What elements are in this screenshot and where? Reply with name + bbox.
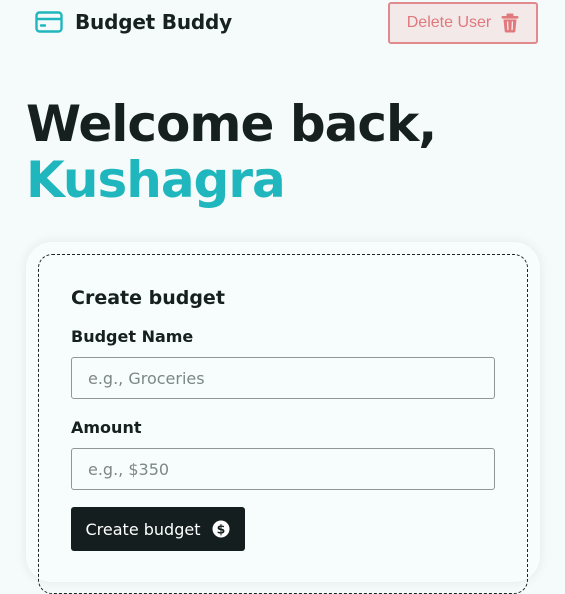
- create-budget-label: Create budget: [86, 520, 201, 539]
- create-budget-button[interactable]: Create budget $: [71, 507, 245, 551]
- create-budget-card: Create budget Budget Name Amount Create …: [26, 242, 540, 582]
- amount-label: Amount: [71, 418, 141, 437]
- budget-name-label: Budget Name: [71, 327, 193, 346]
- delete-user-button[interactable]: Delete User: [388, 2, 538, 44]
- credit-card-icon: [35, 11, 63, 33]
- user-name: Kushagra: [26, 152, 436, 208]
- brand[interactable]: Budget Buddy: [35, 10, 232, 34]
- create-budget-form: Create budget Budget Name Amount Create …: [38, 254, 528, 594]
- brand-title: Budget Buddy: [75, 10, 232, 34]
- budget-name-input[interactable]: [71, 357, 495, 399]
- dollar-circle-icon: $: [212, 520, 230, 538]
- trash-icon: [501, 13, 519, 33]
- amount-input[interactable]: [71, 448, 495, 490]
- welcome-line: Welcome back,: [26, 95, 436, 153]
- delete-user-label: Delete User: [407, 14, 491, 32]
- form-title: Create budget: [71, 287, 225, 309]
- svg-text:$: $: [217, 522, 226, 537]
- welcome-heading: Welcome back, Kushagra: [26, 96, 436, 208]
- app-header: Budget Buddy Delete User: [0, 0, 565, 48]
